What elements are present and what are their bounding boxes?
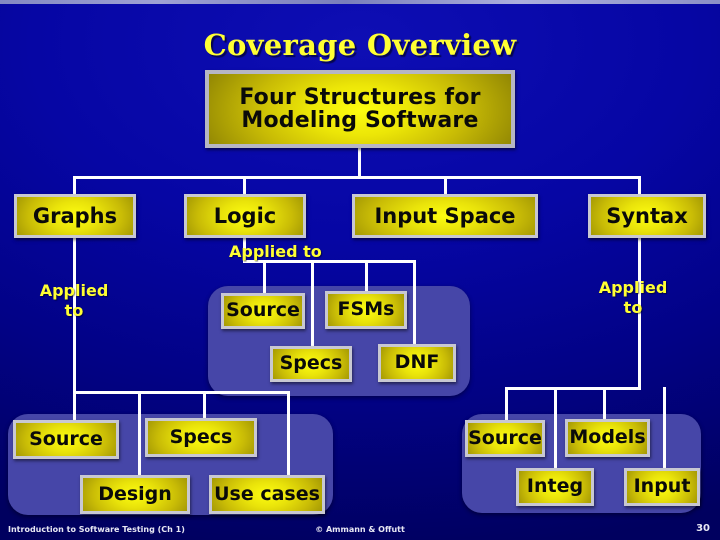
- artifact-label-graphs-design: Design: [98, 482, 172, 505]
- header-box-line2: Modeling Software: [241, 108, 479, 133]
- connector-to-syntax: [638, 176, 641, 194]
- artifact-box-logic-fsms[interactable]: FSMs: [325, 291, 407, 329]
- artifact-box-syntax-input[interactable]: Input: [624, 468, 700, 506]
- artifact-label-syntax-source: Source: [468, 426, 542, 449]
- connector-graphs-design: [138, 391, 141, 476]
- connector-header-stem: [358, 148, 361, 178]
- edge-label-syntax: Applied to: [598, 278, 668, 317]
- edge-label-graphs: Applied to: [39, 281, 109, 320]
- connector-graphs-usecases: [287, 391, 290, 476]
- connector-to-input-space: [444, 176, 447, 194]
- connector-syntax-integ: [554, 387, 557, 469]
- structure-label-syntax: Syntax: [606, 203, 688, 228]
- connector-syntax-bus: [505, 387, 641, 390]
- artifact-box-syntax-integ[interactable]: Integ: [516, 468, 594, 506]
- connector-logic-source: [263, 260, 266, 294]
- artifact-label-logic-dnf: DNF: [394, 351, 440, 374]
- edge-label-logic: Applied to: [229, 242, 322, 261]
- artifact-label-syntax-input: Input: [633, 475, 691, 498]
- artifact-box-graphs-design[interactable]: Design: [80, 475, 190, 514]
- slide-canvas: Coverage Overview Four Structures for Mo…: [0, 0, 720, 540]
- artifact-label-logic-specs: Specs: [279, 352, 343, 375]
- artifact-label-syntax-integ: Integ: [526, 475, 584, 498]
- artifact-box-logic-specs[interactable]: Specs: [270, 346, 352, 382]
- top-edge-strip: [0, 0, 720, 4]
- connector-syntax-models: [603, 387, 606, 421]
- artifact-label-logic-source: Source: [226, 299, 300, 322]
- artifact-label-graphs-specs: Specs: [169, 425, 233, 448]
- artifact-box-syntax-models[interactable]: Models: [565, 419, 650, 457]
- artifact-label-syntax-models: Models: [569, 426, 646, 449]
- header-box-line1: Four Structures for: [239, 84, 481, 110]
- structure-box-syntax[interactable]: Syntax: [588, 194, 706, 238]
- artifact-box-logic-source[interactable]: Source: [221, 293, 305, 329]
- header-box: Four Structures for Modeling Software: [205, 70, 515, 148]
- footer-page-number: 30: [696, 523, 710, 534]
- artifact-label-graphs-usecases: Use cases: [214, 482, 320, 505]
- structure-label-graphs: Graphs: [32, 203, 118, 228]
- artifact-box-logic-dnf[interactable]: DNF: [378, 344, 456, 382]
- structure-box-graphs[interactable]: Graphs: [14, 194, 136, 238]
- structure-label-logic: Logic: [213, 203, 277, 228]
- connector-graphs-bus: [73, 391, 290, 394]
- connector-logic-dnf: [413, 260, 416, 348]
- artifact-label-logic-fsms: FSMs: [337, 298, 395, 321]
- connector-logic-fsms: [365, 260, 368, 294]
- connector-to-logic: [243, 176, 246, 194]
- artifact-box-graphs-specs[interactable]: Specs: [145, 418, 257, 457]
- page-title: Coverage Overview: [203, 28, 517, 62]
- artifact-box-graphs-usecases[interactable]: Use cases: [209, 475, 325, 514]
- connector-syntax-input: [663, 387, 666, 469]
- artifact-box-graphs-source[interactable]: Source: [13, 420, 119, 459]
- footer-center-text: © Ammann & Offutt: [315, 525, 405, 534]
- connector-logic-specs: [311, 260, 314, 348]
- connector-structure-bus: [73, 176, 641, 179]
- connector-syntax-source: [505, 387, 508, 421]
- artifact-label-graphs-source: Source: [29, 427, 103, 450]
- structure-label-input-space: Input Space: [374, 203, 516, 228]
- connector-to-graphs: [73, 176, 76, 194]
- artifact-box-syntax-source[interactable]: Source: [465, 420, 545, 457]
- structure-box-input-space[interactable]: Input Space: [352, 194, 538, 238]
- structure-box-logic[interactable]: Logic: [184, 194, 306, 238]
